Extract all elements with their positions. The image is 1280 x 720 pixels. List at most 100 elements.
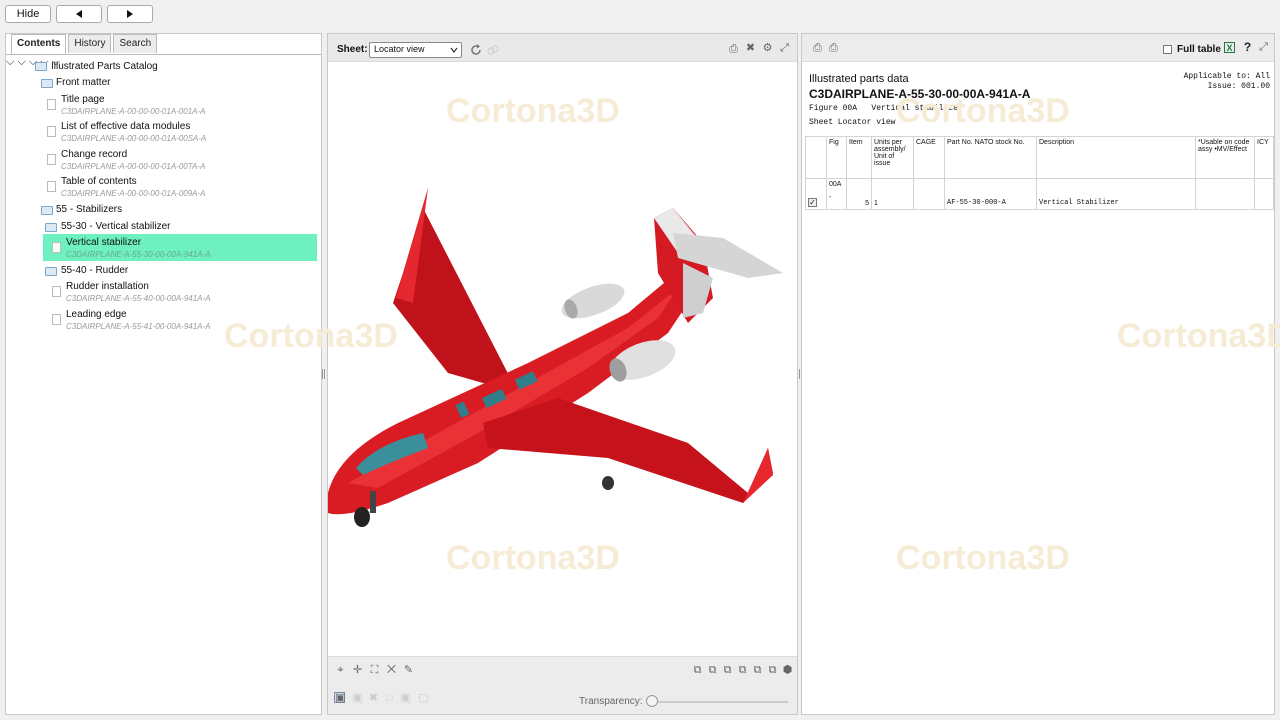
fit-view-icon[interactable]: ⛶ [369, 665, 380, 676]
cell-description: Vertical Stabilizer [1036, 178, 1196, 210]
gear-icon[interactable]: ⚙ [762, 43, 773, 54]
full-table-checkbox[interactable] [1163, 45, 1172, 54]
isolate-icon: ✖ [368, 692, 379, 704]
view-top-icon[interactable]: ⧉ [752, 665, 763, 676]
print-icon[interactable]: ⎙ [812, 43, 823, 54]
tree-item-change-record[interactable]: Change record [61, 149, 127, 160]
issue-number: Issue: 001.00 [1207, 82, 1270, 91]
reset-icon: ▢ [418, 692, 429, 704]
cell-icy [1254, 178, 1274, 210]
transparency-slider[interactable] [648, 701, 788, 703]
table-header-row: Fig Item Units per assembly/ Unit of iss… [805, 136, 1274, 179]
data-toolbar: ⎙ ⎙ Full table X ? ⤢ [802, 34, 1274, 62]
col-item: Item [846, 136, 872, 179]
tree-front-matter[interactable]: Front matter [56, 77, 110, 88]
document-icon [52, 286, 61, 297]
tree-stabilizers[interactable]: 55 - Stabilizers [56, 204, 122, 215]
view-right-icon[interactable]: ⧉ [737, 665, 748, 676]
tree-item-code: C3DAIRPLANE-A-00-00-00-01A-001A-A [61, 107, 206, 116]
tree-item-rudder-installation[interactable]: Rudder installation [66, 281, 149, 292]
tree-vertical-stabilizer-group[interactable]: 55-30 - Vertical stabilizer [61, 221, 171, 232]
document-icon [52, 314, 61, 325]
sheet-select-value: Locator view [374, 44, 425, 54]
viewer-toolbar: Sheet: Locator view ⎙ ✖ ⚙ ⤢ [328, 34, 797, 62]
tree-item-code: C3DAIRPLANE-A-00-00-00-01A-009A-A [61, 189, 206, 198]
tree-item-toc[interactable]: Table of contents [61, 176, 137, 187]
tab-history[interactable]: History [68, 34, 112, 53]
maximize-icon[interactable]: ⤢ [1258, 42, 1269, 53]
view-front-icon[interactable]: ⧉ [692, 665, 703, 676]
back-button[interactable] [56, 5, 102, 23]
sheet-select[interactable]: Locator view [369, 42, 462, 58]
print-preview-icon[interactable]: ⎙ [828, 43, 839, 54]
forward-button[interactable] [107, 5, 153, 23]
select-mode-icon[interactable]: ▣ [334, 692, 345, 704]
back-arrow-icon [76, 10, 82, 18]
folder-icon [45, 223, 57, 232]
cell-fig-top: 00A [829, 181, 842, 188]
col-description: Description [1036, 136, 1196, 179]
airplane-model[interactable] [328, 63, 797, 623]
document-icon [47, 181, 56, 192]
measure-icon[interactable]: ✎ [403, 665, 414, 676]
refresh-icon[interactable] [470, 44, 482, 56]
view-iso-icon[interactable]: ⬢ [782, 665, 793, 676]
help-icon[interactable]: ? [1242, 41, 1253, 53]
folder-icon [45, 267, 57, 276]
chevron-down-icon[interactable]: ⌵ [6, 56, 14, 68]
col-fig: Fig [826, 136, 847, 179]
pan-icon[interactable]: ✛ [352, 665, 363, 676]
print-icon[interactable]: ⎙ [728, 44, 739, 55]
maximize-icon[interactable]: ⤢ [779, 43, 790, 54]
check-icon[interactable]: ✓ [808, 198, 817, 207]
contents-panel: Contents History Search ⌵ Illustrated Pa… [5, 33, 322, 715]
cell-part-no: AF-55-30-000-A [944, 178, 1037, 210]
tree-item-code: C3DAIRPLANE-A-00-00-00-01A-00TA-A [61, 162, 206, 171]
table-row[interactable]: ✓ 00A - 5 1 AF-55-30-000-A Vertical Stab… [805, 178, 1274, 210]
view-back-icon[interactable]: ⧉ [707, 665, 718, 676]
tree-rudder-group[interactable]: 55-40 - Rudder [61, 265, 128, 276]
tools-icon[interactable]: ✖ [745, 43, 756, 54]
explode-icon[interactable]: ⨉ [386, 665, 397, 676]
tab-contents[interactable]: Contents [11, 34, 67, 54]
hide-button[interactable]: Hide [5, 5, 51, 23]
transparency-slider-handle[interactable] [646, 695, 658, 707]
watermark: Cortona3D [1117, 317, 1280, 355]
left-tabs: Contents History Search [11, 34, 158, 54]
contents-tree: ⌵ Illustrated Parts Catalog ⌵ Front matt… [6, 56, 321, 331]
center-icon[interactable]: ⌖ [335, 665, 346, 676]
hide-part-icon: ▣ [352, 692, 363, 704]
document-icon [47, 154, 56, 165]
col-usable-on: *Usable on code assy •MV/Effect [1195, 136, 1255, 179]
chevron-down-icon [450, 47, 458, 53]
tree-root[interactable]: Illustrated Parts Catalog [51, 61, 158, 72]
chevron-down-icon[interactable]: ⌵ [17, 56, 25, 68]
col-cage: CAGE [913, 136, 945, 179]
view-left-icon[interactable]: ⧉ [722, 665, 733, 676]
ipd-heading: Illustrated parts data [809, 73, 909, 85]
tree-item-vertical-stabilizer[interactable]: Vertical stabilizer [66, 237, 141, 248]
row-select[interactable]: ✓ [805, 178, 827, 210]
forward-arrow-icon [127, 10, 133, 18]
parts-table: Fig Item Units per assembly/ Unit of iss… [805, 136, 1274, 210]
view-bottom-icon[interactable]: ⧉ [767, 665, 778, 676]
tree-item-leading-edge[interactable]: Leading edge [66, 309, 127, 320]
transparency-label: Transparency: [579, 696, 643, 707]
ghost-icon: □ [386, 692, 393, 704]
sheet-caption: Sheet Locator view [809, 118, 896, 127]
graphics-viewer: Sheet: Locator view ⎙ ✖ ⚙ ⤢ Cortona3D Co… [224, 33, 798, 715]
cell-usable-on [1195, 178, 1255, 210]
parts-data-panel: ⎙ ⎙ Full table X ? ⤢ Illustrated parts d… [801, 33, 1280, 715]
cell-units: 1 [871, 178, 914, 210]
show-all-icon: ▣ [400, 692, 411, 704]
cell-fig-value: - [829, 194, 832, 201]
tab-search[interactable]: Search [113, 34, 158, 53]
tree-item-effective-dm[interactable]: List of effective data modules [61, 121, 190, 132]
applicable-to: Applicable to: All [1183, 72, 1270, 81]
watermark: Cortona3D [896, 539, 1070, 577]
col-part-no: Part No. NATO stock No. [944, 136, 1037, 179]
cell-item: 5 [846, 178, 872, 210]
splitter-handle[interactable] [322, 369, 325, 379]
tree-item-title-page[interactable]: Title page [61, 94, 105, 105]
excel-icon[interactable]: X [1224, 42, 1235, 53]
